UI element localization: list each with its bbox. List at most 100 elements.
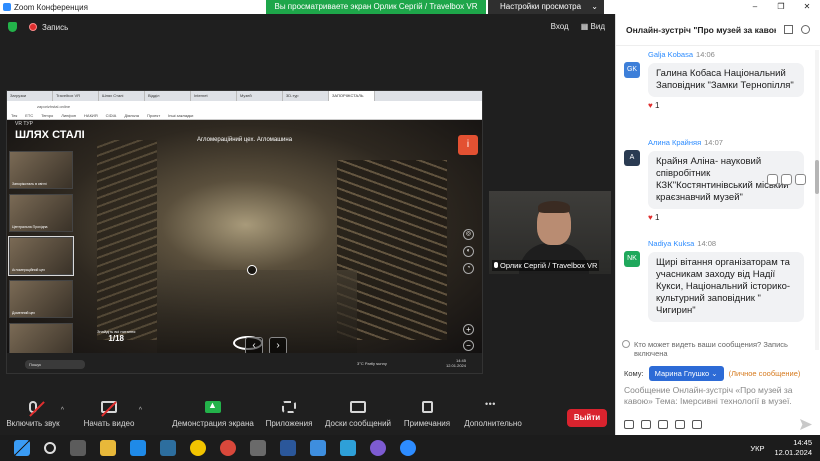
share-screen-button[interactable]: Демонстрация экрана	[166, 385, 260, 435]
security-shield-icon[interactable]	[8, 22, 17, 32]
bookmark: Тек	[11, 113, 18, 118]
language-indicator[interactable]: УКР	[750, 444, 764, 453]
shared-clock: 14:45 12.01.2024	[446, 358, 466, 368]
shield-app-icon[interactable]	[160, 440, 176, 456]
message-meta: Nadiya Kuksa 14:08	[648, 239, 804, 248]
window-title: Zoom Конференция	[14, 2, 88, 12]
message-reaction[interactable]: ♥ 1	[648, 213, 804, 222]
notes-button[interactable]: Примечания	[398, 385, 456, 435]
chrome-icon[interactable]	[220, 440, 236, 456]
view-menu-label: Вид	[590, 22, 605, 31]
browser-bookmarks: Тек ЕТС Tempo Линфон НАКИЯ CIDIA Діяльна…	[7, 111, 482, 120]
file-icon[interactable]	[658, 420, 668, 429]
avatar: A	[624, 150, 640, 166]
notes-icon	[421, 401, 433, 413]
more-tools-icon[interactable]	[692, 420, 702, 429]
word-icon[interactable]	[280, 440, 296, 456]
scene-thumbnail: Доменний цех	[9, 280, 73, 318]
edge-icon[interactable]	[130, 440, 146, 456]
reply-icon[interactable]	[767, 174, 778, 185]
recipient-select[interactable]: Марина Глушко ⌄	[648, 366, 724, 381]
taskbar-search: Пошук	[25, 359, 85, 369]
task-view-icon[interactable]	[70, 440, 86, 456]
recipient-name: Марина Глушко	[654, 369, 710, 378]
scrollbar-thumb[interactable]	[815, 160, 819, 194]
more-actions-icon[interactable]	[795, 174, 806, 185]
chevron-down-icon[interactable]	[801, 25, 810, 34]
avatar: GK	[624, 62, 640, 78]
leave-button[interactable]: Выйти	[567, 409, 607, 427]
chevron-up-icon[interactable]: ^	[61, 407, 64, 414]
send-icon[interactable]	[800, 419, 812, 430]
chat-message: Nadiya Kuksa 14:08 NK Щирі вітання органі…	[624, 239, 804, 322]
shared-screen: Загрузки Travelbox VR Шлях Сталі Відділ …	[6, 90, 483, 374]
clock-time: 14:45	[793, 438, 812, 447]
chat-title: Онлайн-зустріч "Про музей за кавою"	[626, 24, 776, 35]
message-text: Щирі вітання організаторам та учасникам …	[648, 252, 804, 322]
login-link[interactable]: Вход	[551, 22, 569, 31]
app-icon[interactable]	[250, 440, 266, 456]
recording-icon	[29, 23, 37, 31]
unmute-button[interactable]: Включить звук ^	[0, 385, 66, 435]
screenshot-icon[interactable]	[675, 420, 685, 429]
format-icon[interactable]	[624, 420, 634, 429]
popout-icon[interactable]	[784, 25, 793, 34]
participant-name: Орлик Сергій / Travelbox VR	[500, 261, 598, 270]
system-clock[interactable]: 14:45 12.01.2024	[774, 438, 812, 458]
close-button[interactable]: ✕	[794, 0, 820, 14]
participant-name-tag: Орлик Сергій / Travelbox VR	[492, 260, 600, 271]
whiteboards-button[interactable]: Доски сообщений	[318, 385, 398, 435]
chat-message: Galja Kobasa 14:06 GK Галина Кобаса Націо…	[624, 50, 804, 110]
vr-tour-title: ШЛЯХ СТАЛІ	[15, 129, 85, 141]
notice-text: Кто может видеть ваши сообщения? Запись …	[634, 340, 788, 358]
recipient-row: Кому: Марина Глушко ⌄ (Личное сообщение)	[624, 366, 800, 381]
chat-visibility-notice[interactable]: Кто может видеть ваши сообщения? Запись …	[622, 340, 814, 358]
windows-start-icon[interactable]	[14, 440, 30, 456]
apps-button[interactable]: Приложения	[260, 385, 318, 435]
scene-thumbnail-selected: Агломераційний цех	[8, 236, 74, 276]
emoji-icon[interactable]	[641, 420, 651, 429]
file-explorer-icon[interactable]	[100, 440, 116, 456]
bookmark: Діяльна	[124, 113, 139, 118]
more-icon	[485, 399, 501, 413]
start-video-button[interactable]: Начать видео ^	[66, 385, 152, 435]
view-options-button[interactable]: Настройки просмотра ⌄	[488, 0, 604, 14]
reaction-count: 1	[654, 213, 660, 222]
minimize-button[interactable]: –	[742, 0, 768, 14]
reaction-count: 1	[654, 101, 660, 110]
video-off-icon	[101, 401, 117, 413]
message-text: Галина Кобаса Національний Заповідник "З…	[648, 63, 804, 97]
message-reaction[interactable]: ♥ 1	[648, 101, 804, 110]
zoom-icon[interactable]	[400, 440, 416, 456]
chat-scrollbar[interactable]	[815, 50, 819, 350]
view-menu[interactable]: ▦ Вид	[581, 22, 605, 31]
viber-icon[interactable]	[370, 440, 386, 456]
maximize-button[interactable]: ❐	[768, 0, 794, 14]
more-button[interactable]: Дополнительно	[456, 385, 530, 435]
zoom-out-icon: −	[463, 340, 474, 351]
search-icon[interactable]	[44, 442, 56, 454]
more-label: Дополнительно	[464, 419, 522, 428]
window-controls: – ❐ ✕	[742, 0, 820, 14]
scene-caption: Агломераційний цех. Агломашина	[197, 137, 293, 143]
unmute-label: Включить звук	[6, 419, 60, 428]
zoom-in-icon: +	[463, 324, 474, 335]
app-icon[interactable]	[190, 440, 206, 456]
play-icon	[247, 265, 257, 275]
meeting-area: Запись Вход ▦ Вид Загрузки Travelbox VR …	[0, 14, 615, 435]
browser-tab: Музей	[237, 91, 283, 101]
browser-tabs: Загрузки Travelbox VR Шлях Сталі Відділ …	[7, 91, 482, 101]
mic-icon	[494, 262, 498, 268]
emoji-icon[interactable]	[781, 174, 792, 185]
share-screen-icon	[205, 400, 221, 413]
participant-video[interactable]: Орлик Сергій / Travelbox VR	[489, 191, 611, 274]
thumbnail-label: Центральна Прохідна	[12, 225, 48, 229]
app-icon[interactable]	[310, 440, 326, 456]
start-video-label: Начать видео	[83, 419, 135, 428]
browser-url: zaporizhstal.online	[7, 101, 482, 111]
app-icon[interactable]	[340, 440, 356, 456]
chat-input[interactable]: Сообщение Онлайн-зустріч «Про музей за к…	[624, 385, 809, 407]
bookmark: ЕТС	[25, 113, 34, 118]
chevron-up-icon[interactable]: ^	[139, 407, 142, 414]
info-icon	[622, 340, 630, 348]
